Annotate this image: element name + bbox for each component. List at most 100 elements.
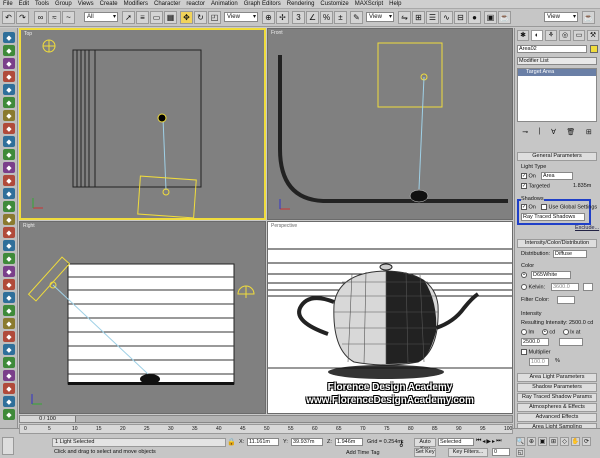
orbit-icon[interactable]: ⟳	[582, 437, 591, 446]
zoom-all-icon[interactable]: ⊕	[527, 437, 536, 446]
preset-radio[interactable]: •	[521, 272, 527, 278]
manipulate-icon[interactable]: ✢	[276, 11, 289, 24]
reactor-tool-icon[interactable]: ◆	[3, 240, 15, 251]
filter-color-swatch[interactable]	[557, 296, 575, 304]
window-crossing-icon[interactable]: ▦	[164, 11, 177, 24]
reactor-tool-icon[interactable]: ◆	[3, 370, 15, 381]
reactor-tool-icon[interactable]: ◆	[3, 32, 15, 43]
zoom-extents-all-icon[interactable]: ⊞	[549, 437, 558, 446]
maximize-icon[interactable]: ◱	[516, 448, 525, 457]
multiplier-field[interactable]: 100.0	[529, 358, 549, 366]
distribution-dropdown[interactable]: Diffuse	[553, 250, 587, 258]
x-coordinate-field[interactable]: 11.161m	[247, 438, 279, 446]
angle-snap-icon[interactable]: ∠	[306, 11, 319, 24]
reactor-tool-icon[interactable]: ◆	[3, 383, 15, 394]
menu-animation[interactable]: Animation	[211, 1, 238, 7]
reactor-tool-icon[interactable]: ◆	[3, 175, 15, 186]
menu-edit[interactable]: Edit	[19, 1, 29, 7]
reactor-tool-icon[interactable]: ◆	[3, 344, 15, 355]
snap-icon[interactable]: 3	[292, 11, 305, 24]
rollout-ray-traced-shadow-params[interactable]: Ray Traced Shadow Params	[517, 393, 597, 402]
reactor-tool-icon[interactable]: ◆	[3, 149, 15, 160]
reactor-tool-icon[interactable]: ◆	[3, 396, 15, 407]
viewport-front[interactable]: Front	[267, 28, 513, 220]
layer-manager-icon[interactable]: ☰	[426, 11, 439, 24]
menu-help[interactable]: Help	[389, 1, 401, 7]
light-on-checkbox[interactable]: ✓	[521, 173, 527, 179]
configure-sets-icon[interactable]: ⊞	[586, 128, 592, 138]
track-bar[interactable]: 0 5 10 15 20 25 30 35 40 45 50 55 60 65 70 75 80 85 90 95 10…	[19, 424, 513, 434]
reactor-tool-icon[interactable]: ◆	[3, 318, 15, 329]
mirror-icon[interactable]: ⇋	[398, 11, 411, 24]
rollout-intensity[interactable]: Intensity/Color/Distribution	[517, 239, 597, 248]
shadows-on-checkbox[interactable]: ✓	[521, 204, 527, 210]
object-name-field[interactable]: Area02	[517, 45, 587, 53]
object-color-swatch[interactable]	[590, 45, 598, 53]
modifier-list-dropdown[interactable]: Modifier List	[517, 57, 597, 65]
menu-create[interactable]: Create	[100, 1, 118, 7]
lm-radio[interactable]	[521, 329, 527, 335]
selection-filter-dropdown[interactable]: All	[84, 12, 118, 22]
menu-modifiers[interactable]: Modifiers	[124, 1, 148, 7]
reactor-tool-icon[interactable]: ◆	[3, 214, 15, 225]
menu-file[interactable]: File	[3, 1, 13, 7]
quick-render-icon[interactable]: ☕	[498, 11, 511, 24]
set-key-button[interactable]: Set Key	[414, 448, 436, 457]
reactor-tool-icon[interactable]: ◆	[3, 162, 15, 173]
go-end-icon[interactable]: ⏭	[496, 438, 501, 447]
reactor-tool-icon[interactable]: ◆	[3, 279, 15, 290]
time-slider[interactable]: 0 / 100	[19, 415, 513, 423]
time-slider-thumb[interactable]: 0 / 100	[20, 416, 76, 422]
current-frame-field[interactable]: 0	[492, 448, 510, 456]
reactor-tool-icon[interactable]: ◆	[3, 84, 15, 95]
reactor-tool-icon[interactable]: ◆	[3, 305, 15, 316]
ref-coord-dropdown[interactable]: View	[224, 12, 258, 22]
show-end-result-icon[interactable]: |	[539, 128, 541, 138]
prev-frame-icon[interactable]: ◂	[482, 438, 485, 447]
menu-tools[interactable]: Tools	[35, 1, 49, 7]
zoom-icon[interactable]: 🔍	[516, 437, 525, 446]
reactor-tool-icon[interactable]: ◆	[3, 71, 15, 82]
color-preset-dropdown[interactable]: D65White	[531, 271, 571, 279]
utilities-tab-icon[interactable]: ⚒	[587, 30, 599, 41]
go-start-icon[interactable]: ⏮	[476, 438, 481, 447]
kelvin-radio[interactable]	[521, 284, 527, 290]
add-time-tag[interactable]: Add Time Tag	[346, 450, 380, 456]
menu-views[interactable]: Views	[78, 1, 94, 7]
align-icon[interactable]: ⊞	[412, 11, 425, 24]
reactor-tool-icon[interactable]: ◆	[3, 266, 15, 277]
reactor-tool-icon[interactable]: ◆	[3, 201, 15, 212]
modify-tab-icon[interactable]: ◐	[531, 30, 543, 41]
pan-icon[interactable]: ✋	[571, 437, 580, 446]
menu-character[interactable]: Character	[154, 1, 180, 7]
reactor-tool-icon[interactable]: ◆	[3, 45, 15, 56]
modifier-stack[interactable]: Target Area	[517, 68, 597, 122]
make-unique-icon[interactable]: ∀	[551, 128, 556, 138]
light-type-dropdown[interactable]: Area	[541, 172, 573, 180]
remove-modifier-icon[interactable]: 🗑	[566, 128, 575, 138]
next-frame-icon[interactable]: ▸	[492, 438, 495, 447]
select-move-icon[interactable]: ✥	[180, 11, 193, 24]
select-object-icon[interactable]: ➚	[122, 11, 135, 24]
rollout-general-parameters[interactable]: General Parameters	[517, 152, 597, 161]
lx-radio[interactable]	[562, 329, 569, 335]
exclude-button[interactable]: Exclude...	[575, 225, 599, 231]
key-filters-button[interactable]: Key Filters...	[448, 448, 488, 457]
reactor-tool-icon[interactable]: ◆	[3, 227, 15, 238]
render-type-dropdown[interactable]: View	[544, 12, 578, 22]
y-coordinate-field[interactable]: 39.937m	[291, 438, 323, 446]
use-global-checkbox[interactable]	[541, 204, 547, 210]
kelvin-field[interactable]: 3600.0	[551, 283, 579, 291]
fov-icon[interactable]: ◇	[560, 437, 569, 446]
intensity-field[interactable]: 2500.0	[521, 338, 549, 346]
rollout-shadow-parameters[interactable]: Shadow Parameters	[517, 383, 597, 392]
create-tab-icon[interactable]: ✱	[517, 30, 529, 41]
reactor-tool-icon[interactable]: ◆	[3, 58, 15, 69]
cd-radio[interactable]: •	[541, 329, 548, 335]
viewport-right[interactable]: Right	[19, 221, 266, 414]
zoom-extents-icon[interactable]: ▣	[538, 437, 547, 446]
key-mode-dropdown[interactable]: Selected	[438, 438, 474, 446]
menu-group[interactable]: Group	[55, 1, 72, 7]
hierarchy-tab-icon[interactable]: ⚘	[545, 30, 557, 41]
reactor-tool-icon[interactable]: ◆	[3, 110, 15, 121]
